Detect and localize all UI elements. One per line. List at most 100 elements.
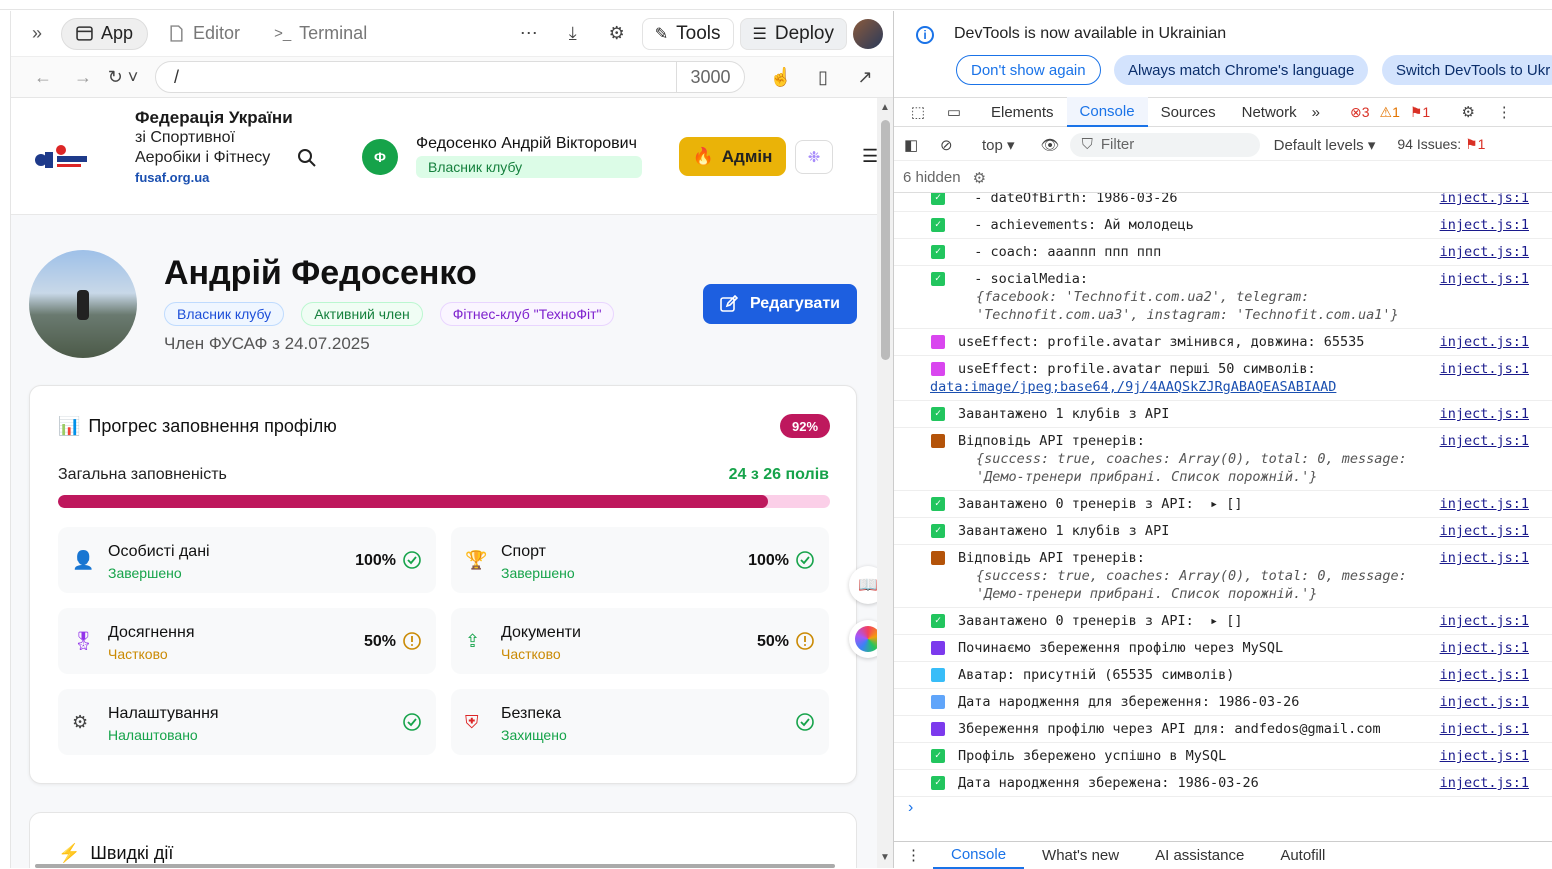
progress-section[interactable]: ⛨ Безпека Захищено	[451, 689, 829, 755]
source-link[interactable]: inject.js:1	[1440, 639, 1529, 657]
source-link[interactable]: inject.js:1	[1440, 612, 1529, 630]
log-levels-select[interactable]: Default levels ▾	[1274, 136, 1376, 154]
source-link[interactable]: inject.js:1	[1440, 720, 1529, 738]
pointer-icon[interactable]: ☝	[767, 63, 795, 91]
site-scrollbar[interactable]: ▲ ▼	[877, 98, 893, 868]
console-message[interactable]: ✓ - achievements: Ай молодець inject.js:1	[894, 212, 1552, 239]
tab-terminal[interactable]: >_ Terminal	[260, 18, 381, 50]
device-toolbar-icon[interactable]: ▭	[942, 102, 966, 122]
console-message[interactable]: ✓ Завантажено 0 тренерів з API: ▸ [] injec…	[894, 491, 1552, 518]
data-url-link[interactable]: data:image/jpeg;base64,/9j/4AAQSkZJRgABA…	[930, 378, 1433, 396]
tab-network[interactable]: Network	[1229, 97, 1310, 127]
object-preview[interactable]: {success: true, coaches: Array(0), total…	[958, 450, 1433, 486]
console-message[interactable]: useEffect: profile.avatar змінився, довж…	[894, 329, 1552, 356]
console-message[interactable]: ✓ - coach: аааппп ппп ппп inject.js:1	[894, 239, 1552, 266]
console-message[interactable]: ✓ - dateOfBirth: 1986-03-26 inject.js:1	[894, 193, 1552, 212]
forward-icon[interactable]: →	[67, 63, 99, 91]
tab-console[interactable]: Console	[1066, 97, 1148, 127]
source-link[interactable]: inject.js:1	[1440, 666, 1529, 684]
always-match-button[interactable]: Always match Chrome's language	[1114, 55, 1369, 85]
source-link[interactable]: inject.js:1	[1440, 495, 1529, 513]
source-link[interactable]: inject.js:1	[1440, 270, 1529, 288]
drawer-tab-autofill[interactable]: Autofill	[1262, 842, 1343, 869]
scroll-up-icon[interactable]: ▲	[879, 102, 891, 114]
source-link[interactable]: inject.js:1	[1440, 216, 1529, 234]
progress-section[interactable]: 🏆 Спорт Завершено 100%	[451, 527, 829, 593]
source-link[interactable]: inject.js:1	[1440, 774, 1529, 792]
clear-console-icon[interactable]: ⊘	[940, 136, 964, 154]
console-message[interactable]: Дата народження для збереження: 1986-03-…	[894, 689, 1552, 716]
drawer-tab-console[interactable]: Console	[933, 842, 1025, 869]
fusaf-logo[interactable]	[31, 138, 89, 174]
live-expression-icon[interactable]: 👁	[1041, 136, 1060, 154]
horizontal-scrollbar[interactable]	[35, 864, 835, 868]
filter-input[interactable]: ⛉ Filter	[1069, 132, 1260, 157]
progress-section[interactable]: ⇪ Документи Частково 50%	[451, 608, 829, 674]
drawer-tab-whats-new[interactable]: What's new	[1024, 842, 1137, 869]
sidebar-toggle-icon[interactable]: ◧	[904, 136, 928, 154]
source-link[interactable]: inject.js:1	[1440, 405, 1529, 423]
reload-icon[interactable]: ↻ ˅	[107, 63, 139, 91]
drawer-menu-icon[interactable]: ⋮	[894, 842, 933, 869]
console-message[interactable]: ✓ Дата народження збережена: 1986-03-26 in…	[894, 770, 1552, 797]
progress-section[interactable]: 👤 Особисті дані Завершено 100%	[58, 527, 436, 593]
issues-badge[interactable]: ⚑1	[1410, 104, 1430, 121]
devtools-settings-icon[interactable]: ⚙	[1456, 102, 1480, 122]
object-preview[interactable]: {success: true, coaches: Array(0), total…	[958, 567, 1433, 603]
devtools-menu-icon[interactable]: ⋮	[1492, 102, 1516, 122]
more-tabs-icon[interactable]: »	[1312, 104, 1320, 121]
source-link[interactable]: inject.js:1	[1440, 747, 1529, 765]
scroll-down-icon[interactable]: ▼	[879, 852, 891, 864]
tools-button[interactable]: ✎ Tools	[641, 17, 734, 50]
org-url[interactable]: fusaf.org.ua	[135, 168, 295, 188]
console-message[interactable]: useEffect: profile.avatar перші 50 симво…	[894, 356, 1552, 401]
user-avatar[interactable]: Ф	[362, 139, 398, 175]
source-link[interactable]: inject.js:1	[1440, 193, 1529, 207]
drawer-tab-ai[interactable]: AI assistance	[1137, 842, 1262, 869]
console-message[interactable]: ✓ Профіль збережено успішно в MySQL inject…	[894, 743, 1552, 770]
console-message[interactable]: ✓ Завантажено 0 тренерів з API: ▸ [] injec…	[894, 608, 1552, 635]
dont-show-again-button[interactable]: Don't show again	[956, 55, 1101, 85]
theme-gear-button[interactable]: ❉	[795, 140, 833, 174]
console-message[interactable]: ✓ Завантажено 1 клубів з API inject.js:1	[894, 518, 1552, 545]
open-external-icon[interactable]: ↗	[851, 63, 879, 91]
warning-count[interactable]: ⚠1	[1380, 104, 1400, 121]
console-settings-icon[interactable]: ⚙	[973, 169, 986, 187]
url-input[interactable]: / 3000	[155, 61, 745, 93]
tab-sources[interactable]: Sources	[1148, 97, 1229, 127]
collapse-sidebar-icon[interactable]: »	[19, 19, 55, 49]
deploy-button[interactable]: ☰ Deploy	[739, 17, 847, 50]
tab-app[interactable]: App	[61, 17, 149, 50]
back-icon[interactable]: ←	[27, 63, 59, 91]
source-link[interactable]: inject.js:1	[1440, 549, 1529, 567]
source-link[interactable]: inject.js:1	[1440, 333, 1529, 351]
console-message[interactable]: Починаємо збереження профілю через MySQL…	[894, 635, 1552, 662]
more-icon[interactable]: ⋯	[510, 18, 548, 50]
edit-profile-button[interactable]: Редагувати	[703, 284, 857, 324]
settings-icon[interactable]: ⚙	[598, 18, 636, 50]
tab-editor[interactable]: Editor	[154, 18, 254, 50]
console-message[interactable]: ✓ Завантажено 1 клубів з API inject.js:1	[894, 401, 1552, 428]
profile-avatar[interactable]	[29, 250, 137, 358]
tab-elements[interactable]: Elements	[978, 97, 1067, 127]
console-message[interactable]: Відповідь API тренерів: inject.js:1 {succe…	[894, 428, 1552, 491]
admin-button[interactable]: 🔥 Адмін	[679, 137, 786, 176]
inspect-icon[interactable]: ⬚	[906, 102, 930, 122]
scroll-thumb[interactable]	[881, 120, 890, 360]
menu-icon[interactable]: ☰	[862, 146, 877, 167]
download-icon[interactable]: ⤓	[554, 18, 592, 50]
console-message[interactable]: Відповідь API тренерів: inject.js:1 {succe…	[894, 545, 1552, 608]
context-select[interactable]: top ▾	[982, 136, 1015, 154]
source-link[interactable]: inject.js:1	[1440, 522, 1529, 540]
port-field[interactable]: 3000	[676, 62, 744, 92]
account-avatar[interactable]	[853, 18, 883, 49]
console-message[interactable]: Збереження профілю через API для: andfed…	[894, 716, 1552, 743]
device-icon[interactable]: ▯	[809, 63, 837, 91]
console-message[interactable]: ✓ - socialMedia: inject.js:1 {facebook: 'T…	[894, 266, 1552, 329]
object-preview[interactable]: {facebook: 'Technofit.com.ua2', telegram…	[958, 288, 1433, 324]
progress-section[interactable]: ⚙ Налаштування Налаштовано	[58, 689, 436, 755]
source-link[interactable]: inject.js:1	[1440, 432, 1529, 450]
console-prompt[interactable]: ›	[908, 799, 913, 817]
search-icon[interactable]	[297, 148, 317, 168]
issues-link[interactable]: 94 Issues: ⚑1	[1397, 136, 1485, 153]
